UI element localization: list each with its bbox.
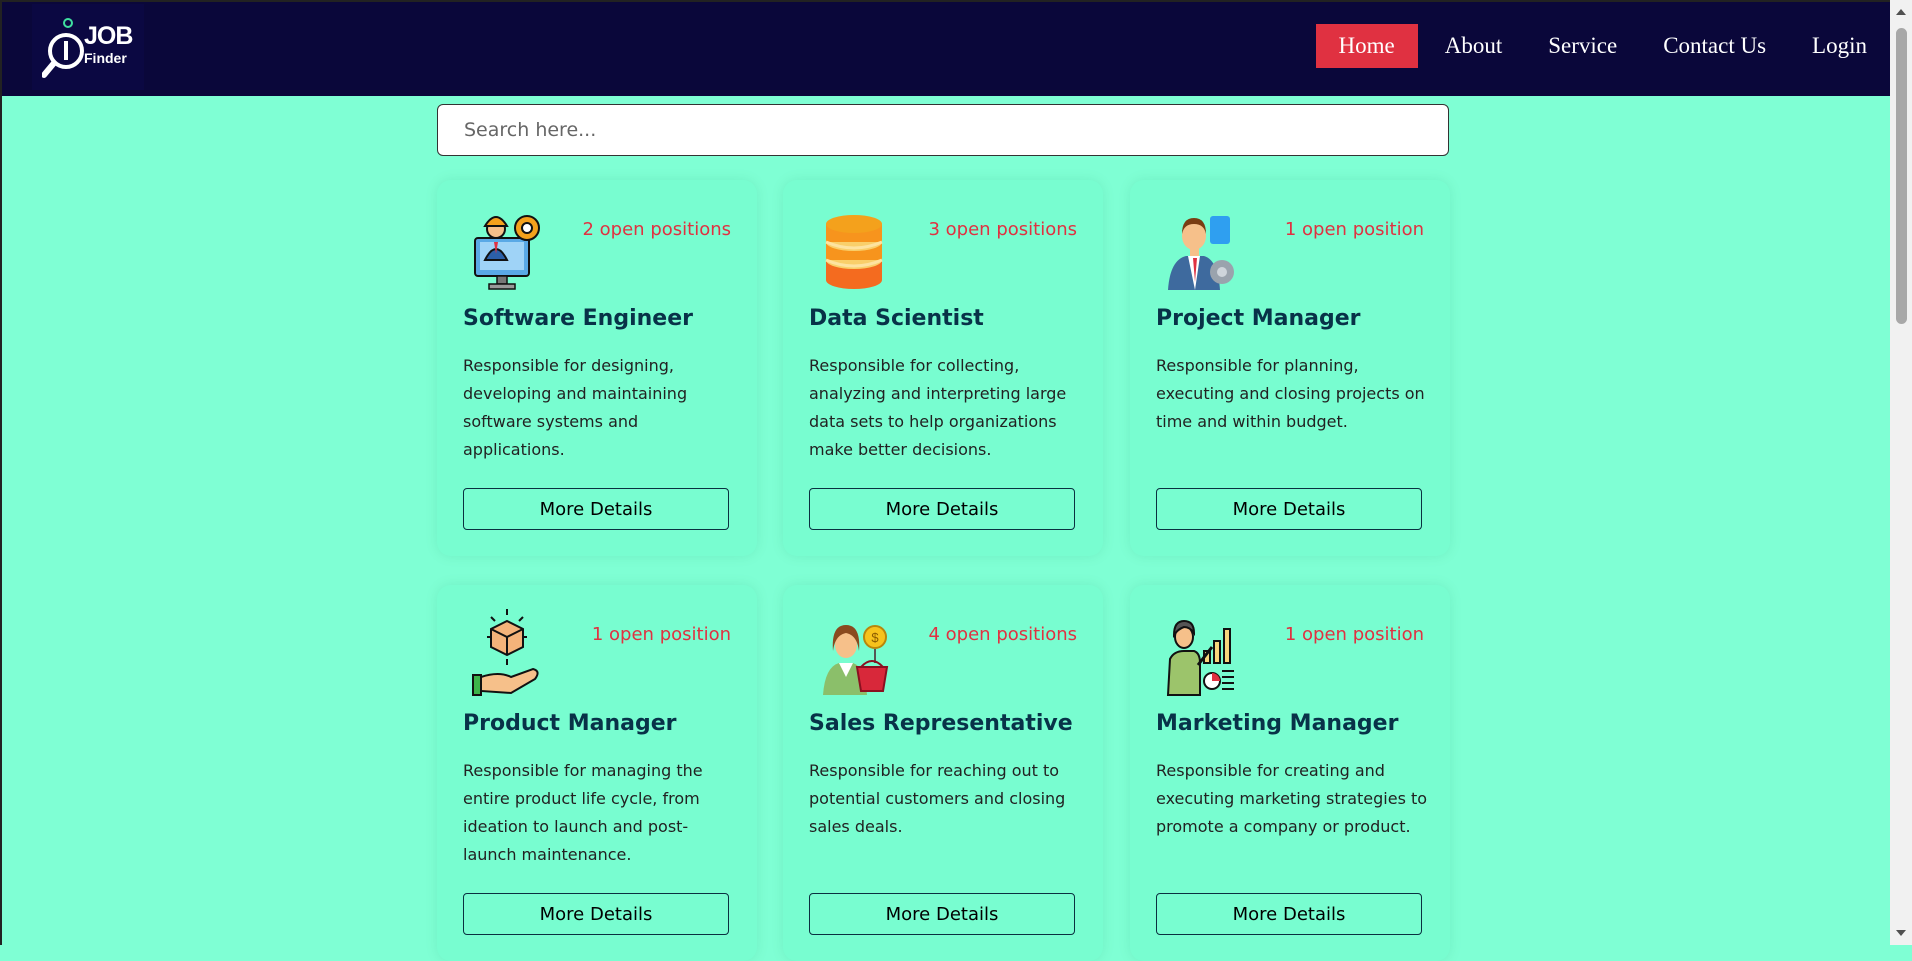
scroll-up-icon[interactable] [1896, 9, 1906, 15]
job-title: Sales Representative [809, 711, 1073, 736]
job-title: Data Scientist [809, 306, 984, 331]
engineer-icon [471, 202, 545, 292]
open-positions-count: 2 open positions [582, 219, 732, 240]
job-title: Project Manager [1156, 306, 1361, 331]
job-description: Responsible for reaching out to potentia… [809, 761, 1066, 836]
job-card-marketing-manager: 1 open position Marketing Manager Respon… [1130, 585, 1450, 961]
open-positions-count: 1 open position [591, 624, 731, 645]
nav-contact-us[interactable]: Contact Us [1640, 24, 1789, 68]
open-positions-count: 4 open positions [928, 624, 1078, 645]
product-hand-icon [471, 607, 545, 697]
more-details-button[interactable]: More Details [1156, 893, 1422, 935]
job-description: Responsible for creating and executing m… [1156, 761, 1428, 836]
nav-service[interactable]: Service [1525, 24, 1640, 68]
open-positions-count: 3 open positions [928, 219, 1078, 240]
database-icon [817, 202, 891, 292]
more-details-button[interactable]: More Details [463, 893, 729, 935]
more-details-button[interactable]: More Details [1156, 488, 1422, 530]
manager-icon [1164, 202, 1238, 292]
svg-text:$: $ [871, 630, 879, 645]
vertical-scrollbar[interactable] [1890, 0, 1912, 945]
marketing-chart-icon [1164, 607, 1238, 697]
job-description: Responsible for collecting, analyzing an… [809, 356, 1067, 459]
job-description: Responsible for designing, developing an… [463, 356, 688, 459]
scroll-down-icon[interactable] [1896, 930, 1906, 936]
main-nav: Home About Service Contact Us Login [1315, 24, 1891, 68]
job-card-project-manager: 1 open position Project Manager Responsi… [1130, 180, 1450, 556]
sales-woman-icon: $ [817, 607, 891, 697]
job-card-sales-representative: $ 4 open positions Sales Representative … [783, 585, 1103, 961]
logo[interactable]: JOB Finder [32, 4, 144, 90]
job-description: Responsible for managing the entire prod… [463, 761, 703, 864]
job-title: Software Engineer [463, 306, 693, 331]
more-details-button[interactable]: More Details [809, 488, 1075, 530]
job-card-data-scientist: 3 open positions Data Scientist Responsi… [783, 180, 1103, 556]
nav-about[interactable]: About [1422, 24, 1526, 68]
open-positions-count: 1 open position [1284, 624, 1424, 645]
job-finder-logo-icon [42, 18, 84, 78]
open-positions-count: 1 open position [1284, 219, 1424, 240]
search-input[interactable] [437, 104, 1449, 156]
job-title: Marketing Manager [1156, 711, 1399, 736]
logo-text: JOB Finder [84, 22, 133, 66]
job-description: Responsible for planning, executing and … [1156, 356, 1425, 431]
more-details-button[interactable]: More Details [463, 488, 729, 530]
job-title: Product Manager [463, 711, 677, 736]
navbar: JOB Finder Home About Service Contact Us… [0, 0, 1890, 96]
nav-login[interactable]: Login [1789, 24, 1890, 68]
job-card-product-manager: 1 open position Product Manager Responsi… [437, 585, 757, 961]
logo-finder: Finder [84, 50, 127, 66]
nav-home[interactable]: Home [1315, 24, 1418, 68]
scroll-thumb[interactable] [1896, 28, 1907, 324]
more-details-button[interactable]: More Details [809, 893, 1075, 935]
logo-job: JOB [84, 22, 133, 50]
job-card-software-engineer: 2 open positions Software Engineer Respo… [437, 180, 757, 556]
